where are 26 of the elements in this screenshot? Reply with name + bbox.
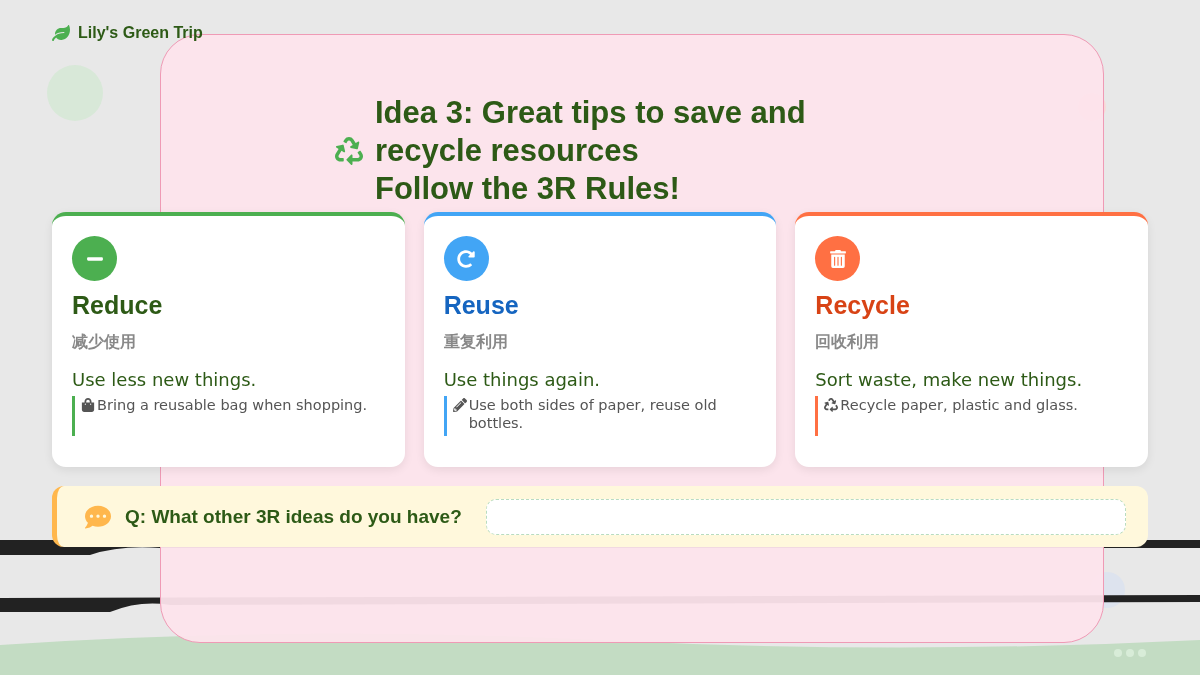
minus-icon [72,236,117,281]
card-title: Reuse [443,291,519,320]
tip-text: Recycle paper, plastic and glass. [840,396,1078,414]
card-subtitle: 重复利用 [443,332,508,353]
question-text: Q: What other 3R ideas do you have? [125,505,462,528]
card-summary: Sort waste, make new things. [815,369,1083,390]
page-title: Idea 3: Great tips to save and recycle resources [375,94,807,170]
card-subtitle: 回收利用 [815,332,880,353]
recycle-icon [824,398,839,412]
brand-name: Lily's Green Trip [78,24,203,42]
pencil-icon [452,398,467,412]
answer-field[interactable] [485,498,1126,535]
tip-text: Use both sides of paper, reuse old bottles. [468,396,718,432]
bag-icon [81,398,95,412]
card-title: Reduce [72,291,163,320]
speech-bubble-icon [85,503,111,530]
card-summary: Use things again. [443,369,601,390]
trash-icon [815,236,861,281]
tip-text: Bring a reusable bag when shopping. [97,396,368,414]
recycle-icon [335,137,363,165]
leaf-icon [52,24,70,42]
refresh-icon [443,236,489,281]
card-title: Recycle [815,291,910,320]
page-subtitle: Follow the 3R Rules! [375,170,681,208]
card-summary: Use less new things. [72,369,257,390]
card-subtitle: 减少使用 [72,332,136,353]
